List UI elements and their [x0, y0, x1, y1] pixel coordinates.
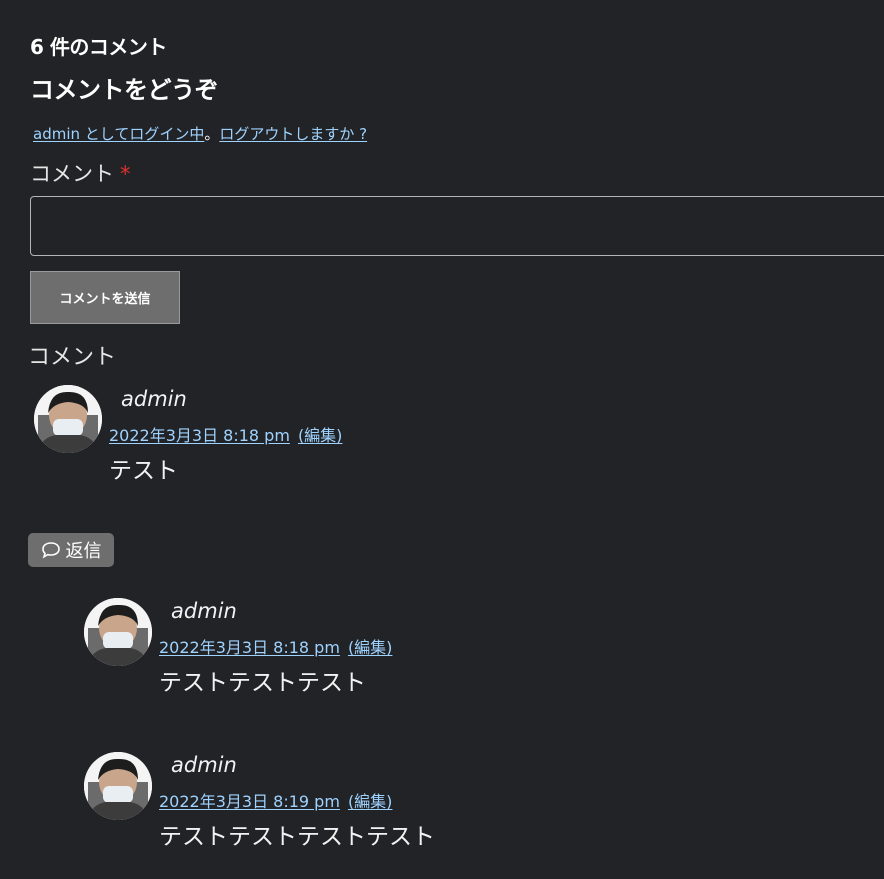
avatar[interactable]	[84, 598, 152, 666]
logout-link[interactable]: ログアウトしますか ?	[219, 125, 367, 143]
comment-meta: 2022年3月3日 8:18 pm (編集)	[159, 637, 392, 659]
edit-link[interactable]: (編集)	[298, 426, 343, 445]
avatar[interactable]	[34, 385, 102, 453]
required-mark: *	[120, 162, 131, 186]
avatar[interactable]	[84, 752, 152, 820]
logged-in-notice: admin としてログイン中。ログアウトしますか ?	[33, 124, 367, 144]
comments-section-title: コメント	[28, 345, 117, 370]
comment-textarea[interactable]	[30, 196, 884, 256]
comment-date-link[interactable]: 2022年3月3日 8:18 pm	[159, 638, 340, 657]
edit-link[interactable]: (編集)	[348, 638, 393, 657]
comment-meta: 2022年3月3日 8:19 pm (編集)	[159, 791, 392, 813]
comment-date-link[interactable]: 2022年3月3日 8:19 pm	[159, 792, 340, 811]
comment-meta: 2022年3月3日 8:18 pm (編集)	[109, 425, 342, 447]
comment-text: テスト	[109, 458, 178, 484]
avatar-image	[84, 598, 152, 666]
comment-field-label: コメント *	[30, 160, 131, 188]
comment-author: admin	[121, 387, 187, 411]
comments-count-title: 6 件のコメント	[30, 35, 167, 59]
edit-link[interactable]: (編集)	[348, 792, 393, 811]
reply-button-label: 返信	[65, 541, 102, 562]
reply-button[interactable]: 返信	[28, 533, 114, 567]
comment-text: テストテストテスト	[159, 670, 366, 696]
speech-bubble-icon	[41, 542, 60, 559]
avatar-image	[84, 752, 152, 820]
comment-author: admin	[171, 599, 237, 623]
comments-area: 6 件のコメント コメントをどうぞ admin としてログイン中。ログアウトしま…	[0, 0, 884, 879]
reply-title: コメントをどうぞ	[30, 76, 219, 104]
logged-in-separator: 。	[204, 125, 220, 143]
comment-label-text: コメント	[30, 162, 114, 186]
logged-in-user-link[interactable]: admin としてログイン中	[33, 125, 204, 143]
submit-comment-button[interactable]: コメントを送信	[30, 271, 180, 324]
comment-date-link[interactable]: 2022年3月3日 8:18 pm	[109, 426, 290, 445]
comment-author: admin	[171, 753, 237, 777]
avatar-image	[34, 385, 102, 453]
comment-text: テストテストテストテスト	[159, 824, 435, 850]
